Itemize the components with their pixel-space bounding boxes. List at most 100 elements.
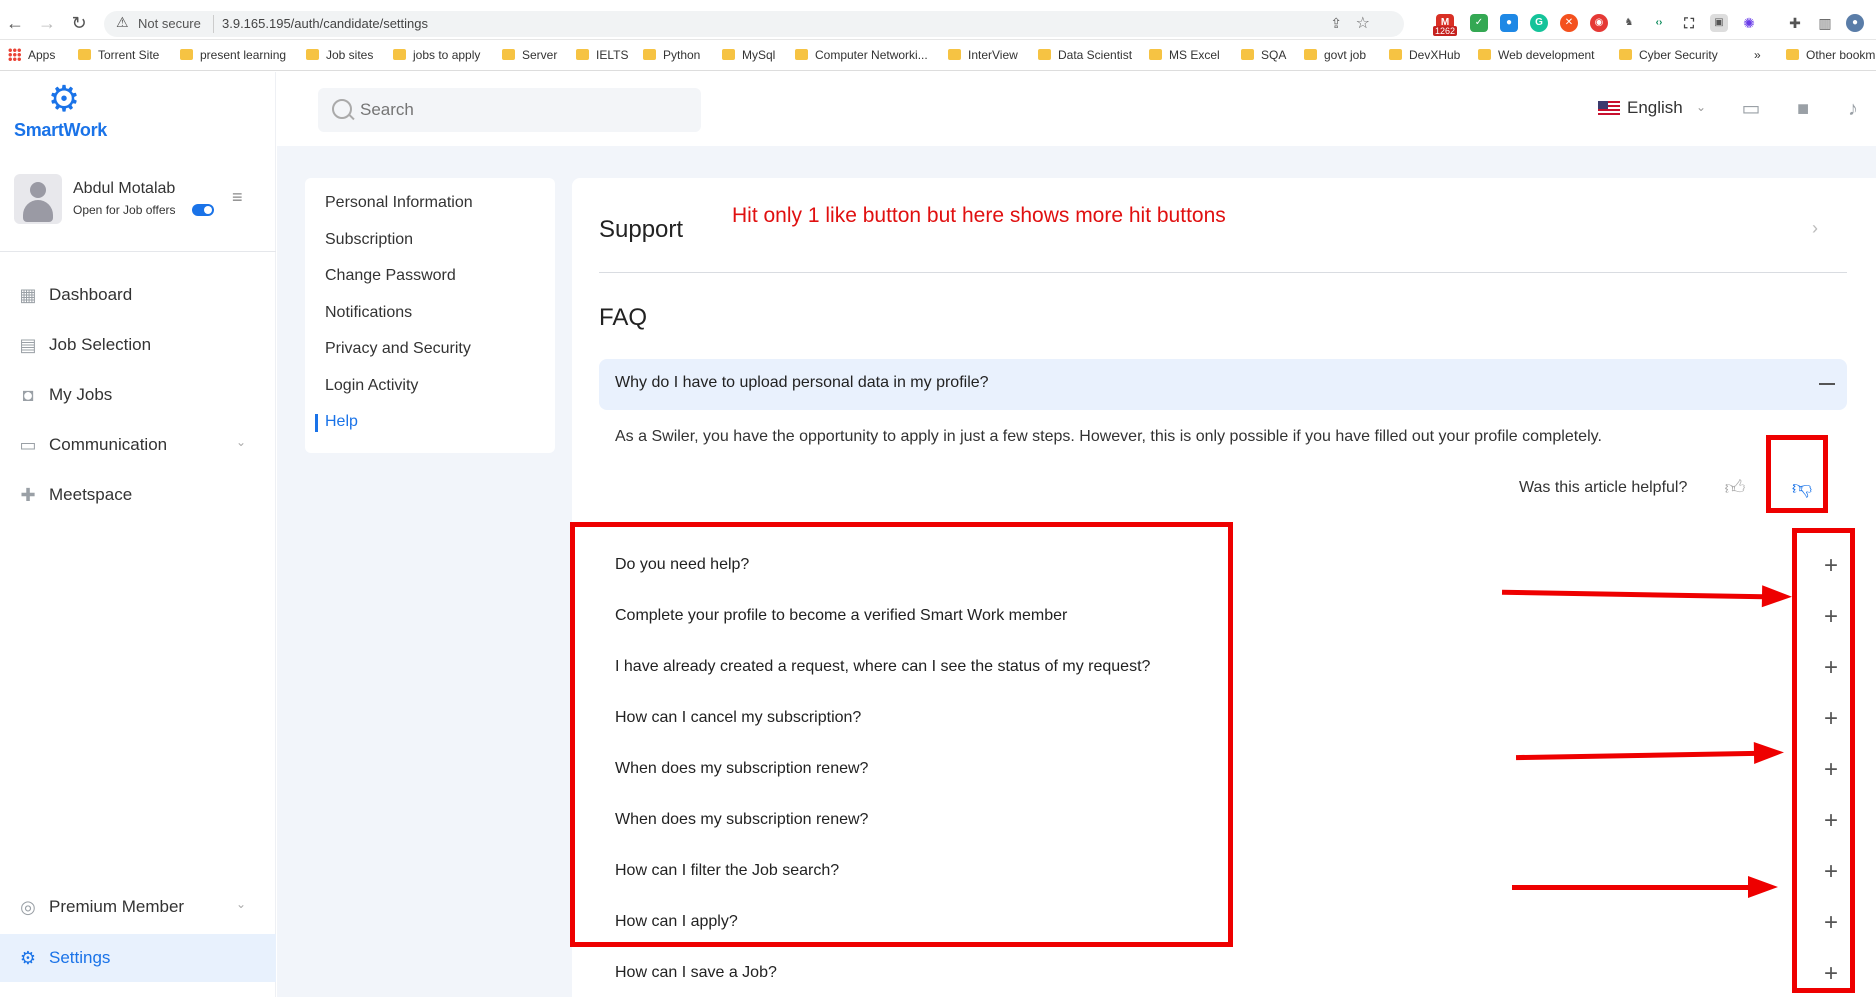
forward-arrow-icon[interactable]: → <box>36 12 58 34</box>
settings-menu-change-password[interactable]: Change Password <box>325 267 456 285</box>
code-extension-icon[interactable]: ‹› <box>1650 14 1668 32</box>
folder-icon <box>1389 49 1402 60</box>
folder-icon <box>180 49 193 60</box>
settings-menu-notifications[interactable]: Notifications <box>325 304 412 322</box>
bookmark-folder[interactable]: MySql <box>722 48 775 62</box>
chevron-down-icon: ⌄ <box>1696 100 1707 114</box>
sidebar-item-job-selection[interactable]: ▤ Job Selection <box>0 321 276 369</box>
annotation-arrow <box>1512 876 1778 898</box>
vpn-extension-icon[interactable]: ◉ <box>1590 14 1608 32</box>
folder-icon <box>1304 49 1317 60</box>
bookmark-label: Python <box>663 48 701 62</box>
bookmark-other[interactable]: Other bookm <box>1786 48 1875 62</box>
address-bar[interactable]: ⚠ Not secure 3.9.165.195/auth/candidate/… <box>104 11 1404 37</box>
grammarly-extension-icon[interactable]: G <box>1530 14 1548 32</box>
divider <box>0 251 276 252</box>
messages-icon[interactable]: ▭ <box>1738 96 1764 122</box>
briefcase-icon: ▤ <box>19 335 37 355</box>
sidebar-item-communication[interactable]: ▭ Communication ⌄ <box>0 421 276 469</box>
bookmark-apps[interactable]: Apps <box>8 48 55 62</box>
sidebar-item-premium-member[interactable]: ◎ Premium Member ⌄ <box>0 883 276 931</box>
bookmark-label: DevXHub <box>1409 48 1461 62</box>
screenshot-extension-icon[interactable]: ⛶ <box>1680 14 1698 32</box>
image-extension-icon[interactable]: ▣ <box>1710 14 1728 32</box>
brand-name: SmartWork <box>14 120 107 140</box>
annotation-box-dislike <box>1766 435 1828 513</box>
mouse-extension-icon[interactable]: ♞ <box>1620 14 1638 32</box>
language-selector[interactable]: English ⌄ <box>1598 96 1708 122</box>
bookmark-folder[interactable]: present learning <box>180 48 286 62</box>
bookmark-label: Web development <box>1498 48 1595 62</box>
reload-icon[interactable]: ↻ <box>68 12 90 34</box>
bookmark-folder[interactable]: IELTS <box>576 48 628 62</box>
folder-icon <box>393 49 406 60</box>
support-title: Support <box>599 216 684 243</box>
bookmark-folder[interactable]: Python <box>643 48 700 62</box>
bookmark-folder[interactable]: DevXHub <box>1389 48 1460 62</box>
dashboard-icon: ▦ <box>19 285 37 305</box>
shield-extension-icon[interactable]: ✓ <box>1470 14 1488 32</box>
bookmark-folder[interactable]: Computer Networki... <box>795 48 928 62</box>
back-arrow-icon[interactable]: ← <box>4 12 26 34</box>
extensions-puzzle-icon[interactable]: ✚ <box>1786 14 1804 32</box>
logo-gear-icon: ⚙ <box>47 78 81 119</box>
settings-menu: Personal Information Subscription Change… <box>305 178 555 453</box>
bookmark-folder[interactable]: SQA <box>1241 48 1286 62</box>
settings-gear-icon: ⚙ <box>19 948 37 968</box>
settings-menu-help[interactable]: Help <box>325 413 358 431</box>
sidebar-item-my-jobs[interactable]: ◘ My Jobs <box>0 371 276 419</box>
settings-menu-subscription[interactable]: Subscription <box>325 231 413 249</box>
folder-icon <box>1241 49 1254 60</box>
bookmark-folder[interactable]: Data Scientist <box>1038 48 1132 62</box>
bookmark-folder[interactable]: jobs to apply <box>393 48 480 62</box>
search-bar[interactable] <box>318 88 701 132</box>
bookmark-folder[interactable]: InterView <box>948 48 1018 62</box>
settings-menu-personal-information[interactable]: Personal Information <box>325 194 473 212</box>
bookmark-folder[interactable]: Job sites <box>306 48 373 62</box>
bookmarks-overflow-button[interactable]: » <box>1754 48 1761 62</box>
bookmark-folder[interactable]: Server <box>502 48 557 62</box>
bookmark-star-icon[interactable]: ☆ <box>1356 13 1370 33</box>
settings-menu-login-activity[interactable]: Login Activity <box>325 377 418 395</box>
apps-grid-icon <box>8 48 21 61</box>
sidebar-item-label: Meetspace <box>49 485 133 504</box>
bug-annotation-text: Hit only 1 like button but here shows mo… <box>732 204 1226 227</box>
bookmark-folder[interactable]: Torrent Site <box>78 48 159 62</box>
annotation-box-plus-buttons <box>1792 528 1855 993</box>
notification-bell-icon[interactable]: ♪ <box>1840 96 1866 122</box>
search-input[interactable] <box>360 98 680 122</box>
x-extension-icon[interactable]: ✕ <box>1560 14 1578 32</box>
video-camera-icon[interactable]: ■ <box>1790 96 1816 122</box>
sidebar-item-label: Job Selection <box>49 335 152 354</box>
settings-menu-privacy-security[interactable]: Privacy and Security <box>325 340 471 358</box>
bookmark-folder[interactable]: govt job <box>1304 48 1366 62</box>
bookmark-folder[interactable]: Web development <box>1478 48 1595 62</box>
ai-extension-icon[interactable]: ✺ <box>1740 14 1758 32</box>
collapse-minus-icon[interactable] <box>1819 383 1835 385</box>
sidebar-item-settings[interactable]: ⚙ Settings <box>0 934 276 982</box>
avatar[interactable] <box>14 174 62 224</box>
folder-icon <box>643 49 656 60</box>
sidebar-item-dashboard[interactable]: ▦ Dashboard <box>0 271 276 319</box>
us-flag-icon <box>1598 101 1620 116</box>
thumbs-up-icon[interactable]: 👍︎ <box>1722 475 1748 501</box>
premium-icon: ◎ <box>20 897 36 917</box>
profile-avatar-icon[interactable]: ● <box>1846 14 1864 32</box>
url-text[interactable]: 3.9.165.195/auth/candidate/settings <box>222 16 428 31</box>
faq-item-expanded[interactable]: Why do I have to upload personal data in… <box>599 359 1847 410</box>
brand-logo[interactable]: ⚙ SmartWork <box>0 80 126 146</box>
drop-extension-icon[interactable]: ● <box>1500 14 1518 32</box>
folder-icon <box>1619 49 1632 60</box>
bookmark-folder[interactable]: MS Excel <box>1149 48 1220 62</box>
folder-icon <box>795 49 808 60</box>
share-icon[interactable]: ⇪ <box>1330 15 1342 32</box>
faq-item[interactable]: How can I save a Job? + <box>599 949 1847 1000</box>
sidepanel-icon[interactable]: ▥ <box>1816 14 1834 32</box>
bookmark-folder[interactable]: Cyber Security <box>1619 48 1718 62</box>
chevron-right-icon[interactable]: › <box>1812 218 1818 239</box>
hamburger-menu-icon[interactable]: ≡ <box>232 188 254 206</box>
job-offers-toggle[interactable] <box>192 204 214 216</box>
folder-icon <box>576 49 589 60</box>
sidebar-item-meetspace[interactable]: ✚ Meetspace <box>0 471 276 519</box>
folder-icon <box>722 49 735 60</box>
